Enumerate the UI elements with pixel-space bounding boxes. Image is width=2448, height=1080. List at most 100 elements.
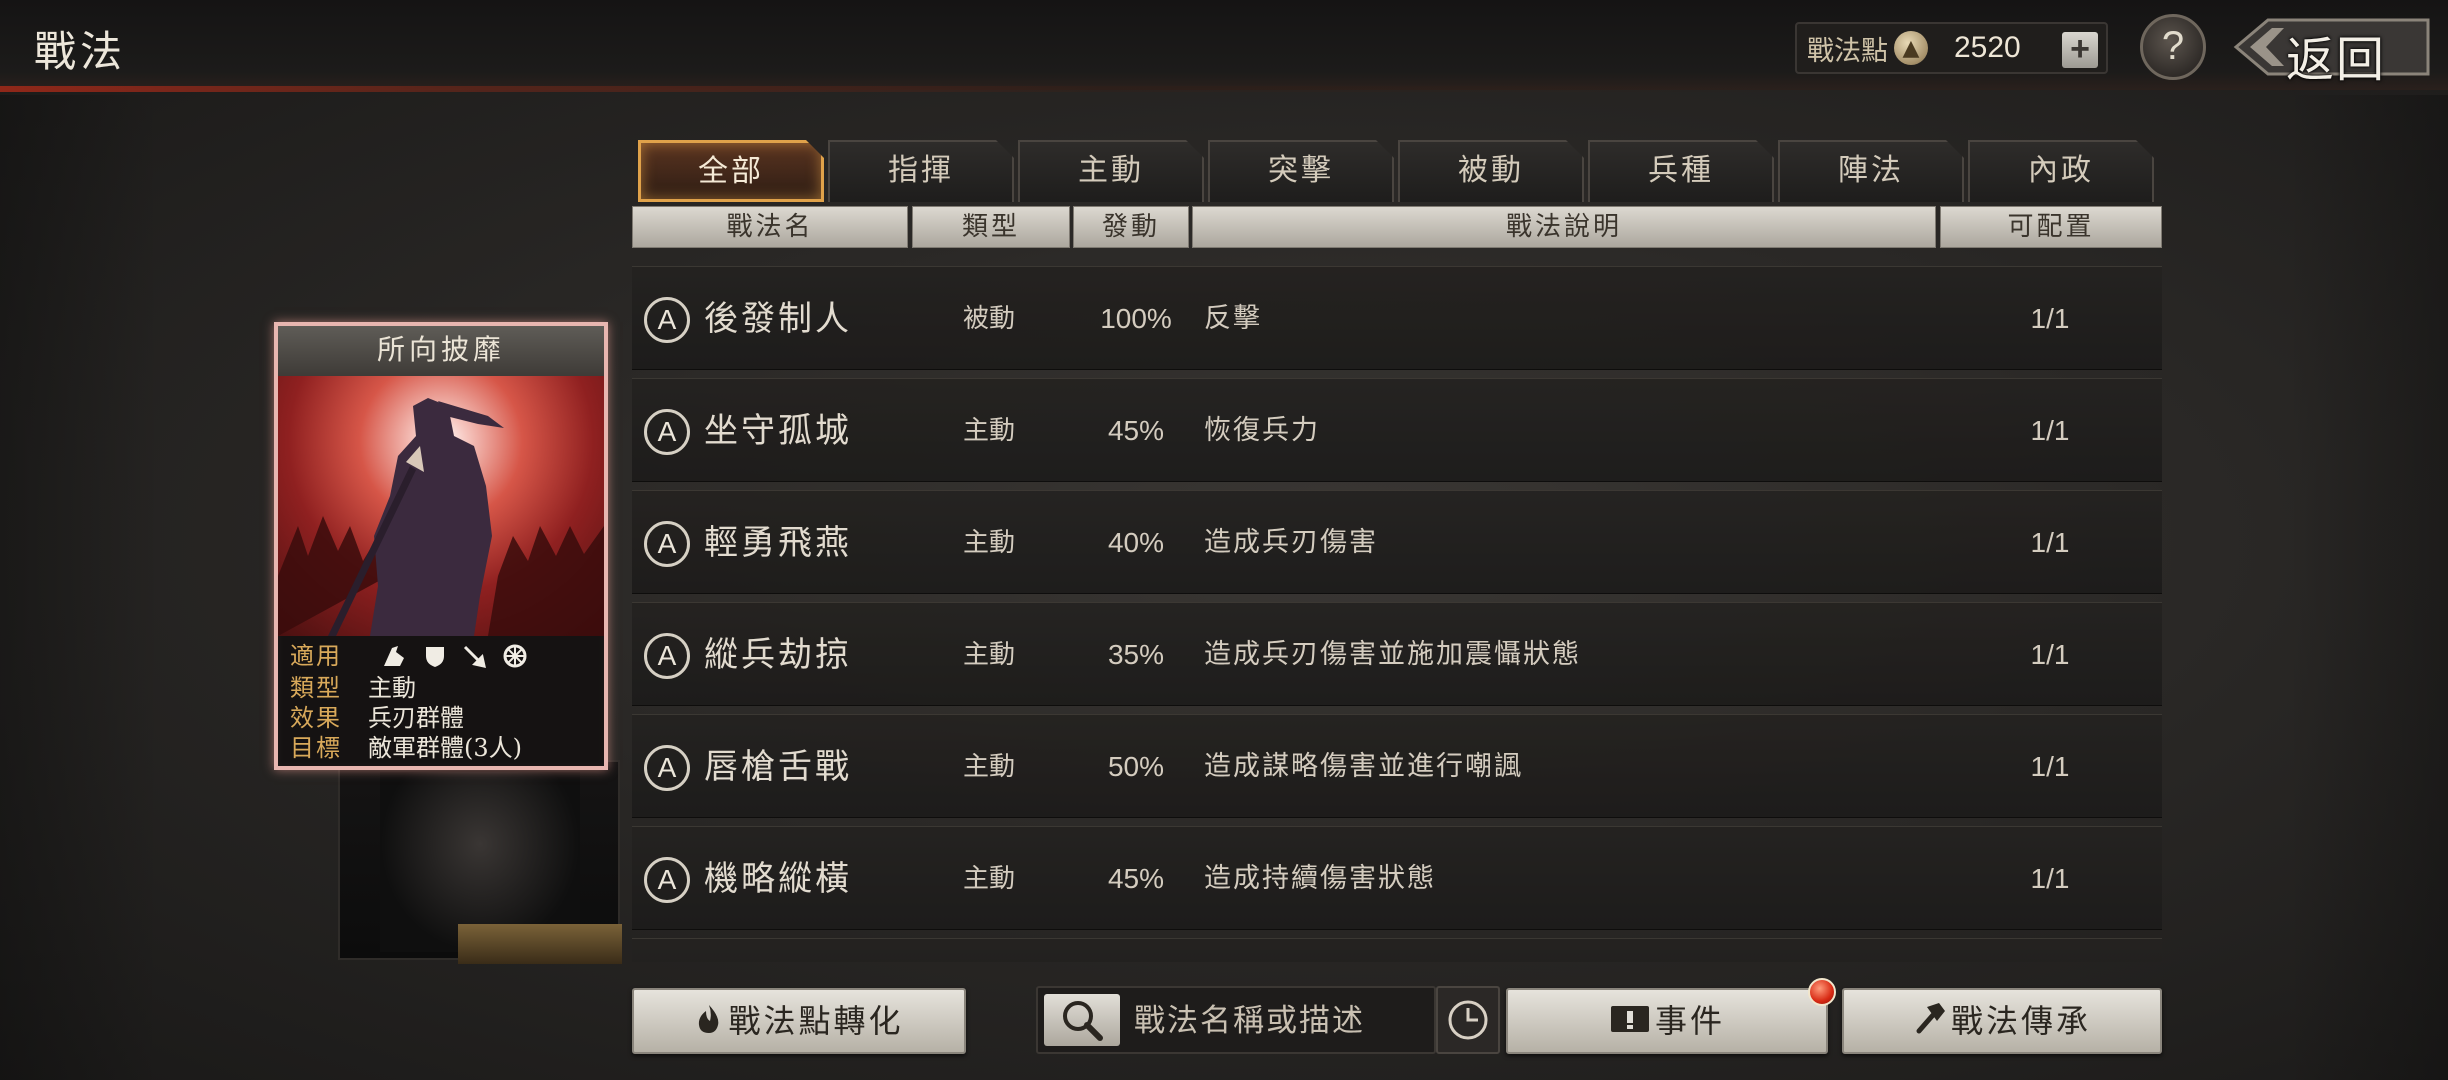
tactic-description: 恢復兵力 (1204, 415, 1320, 446)
column-header-description: 戰法說明 (1192, 206, 1936, 248)
table-row[interactable]: A 坐守孤城 主動 45% 恢復兵力 1/1 (632, 378, 2162, 482)
effect-label: 效果 (290, 704, 342, 732)
tactic-description: 造成謀略傷害並進行嘲諷 (1204, 751, 1523, 782)
effect-value: 兵刃群體 (368, 704, 464, 732)
event-button[interactable]: 事件 (1506, 988, 1828, 1054)
cavalry-icon (382, 644, 408, 668)
tactic-type: 主動 (962, 416, 1015, 446)
grade-badge: A (644, 745, 690, 791)
tab-assault[interactable]: 突擊 (1208, 140, 1394, 202)
grade-badge: A (644, 633, 690, 679)
tab-all[interactable]: 全部 (638, 140, 824, 202)
back-button[interactable]: 返回 (2228, 12, 2438, 88)
card-applies-row: 適用 (290, 640, 527, 672)
background-ink-decoration-right (2288, 95, 2448, 1080)
tactic-name: 坐守孤城 (704, 411, 852, 451)
tab-command[interactable]: 指揮 (828, 140, 1014, 202)
grade-badge: A (644, 297, 690, 343)
flame-icon (694, 993, 724, 1055)
points-label: 戰法點 (1807, 35, 1888, 67)
type-value: 主動 (368, 674, 416, 702)
tactic-rate: 50% (1107, 751, 1165, 782)
tactic-rate: 45% (1107, 415, 1165, 446)
tactic-type: 被動 (962, 304, 1015, 334)
hammer-icon (1913, 993, 1947, 1055)
tactic-type: 主動 (962, 640, 1015, 670)
tactic-name: 輕勇飛燕 (704, 523, 852, 563)
notification-badge (1808, 978, 1836, 1006)
card-artwork (278, 376, 604, 636)
column-header-configurable[interactable]: 可配置 (1940, 206, 2162, 248)
type-label: 類型 (290, 674, 342, 702)
card-title: 所向披靡 (278, 326, 604, 376)
table-row[interactable]: A 機略縱橫 主動 45% 造成持續傷害狀態 1/1 (632, 826, 2162, 930)
tactic-rate: 35% (1107, 639, 1165, 670)
card-type-row: 類型 主動 (290, 672, 416, 704)
table-row[interactable] (632, 938, 2162, 962)
tactic-description: 造成兵刃傷害並施加震懾狀態 (1204, 639, 1581, 670)
tactic-rate: 100% (1100, 303, 1172, 334)
tactic-configurable: 1/1 (2030, 639, 2070, 670)
points-value: 2520 (1954, 31, 2021, 64)
tactic-configurable: 1/1 (2030, 415, 2070, 446)
tactic-point-coin-icon: ▲ (1894, 31, 1928, 65)
convert-points-button[interactable]: 戰法點轉化 (632, 988, 966, 1054)
tactic-description: 反擊 (1204, 303, 1262, 334)
grade-badge: A (644, 409, 690, 455)
tactic-description: 造成持續傷害狀態 (1204, 863, 1436, 894)
tactic-configurable: 1/1 (2030, 527, 2070, 558)
grade-badge: A (644, 521, 690, 567)
search-button[interactable] (1044, 994, 1120, 1046)
clock-icon (1448, 1000, 1488, 1040)
tactic-name: 縱兵劫掠 (704, 635, 852, 675)
column-header-type[interactable]: 類型 (912, 206, 1070, 248)
target-label: 目標 (290, 734, 342, 762)
table-row[interactable]: A 輕勇飛燕 主動 40% 造成兵刃傷害 1/1 (632, 490, 2162, 594)
warrior-silhouette-image (278, 398, 604, 636)
tactic-description: 造成兵刃傷害 (1204, 527, 1378, 558)
column-header-name[interactable]: 戰法名 (632, 206, 908, 248)
tactic-name: 機略縱橫 (704, 859, 852, 899)
background-ink-decoration-left (0, 95, 160, 1080)
chariot-wheel-icon (502, 644, 528, 668)
event-book-icon (1609, 993, 1651, 1055)
tab-internal-affairs[interactable]: 內政 (1968, 140, 2154, 202)
tactic-configurable: 1/1 (2030, 751, 2070, 782)
card-info-panel: 適用 類型 主動 效果 兵刃群體 目標 敵軍群體(3人) (278, 636, 604, 766)
tactic-detail-card[interactable]: 所向披靡 適用 類型 主動 效果 兵刃群體 目標 敵軍群體(3人) (274, 322, 608, 770)
card-stack-behind (338, 760, 622, 964)
page-title: 戰法 (34, 27, 127, 76)
search-input[interactable] (1134, 994, 1434, 1048)
tactic-type: 主動 (962, 528, 1015, 558)
shield-icon (422, 644, 448, 668)
history-button[interactable] (1436, 986, 1500, 1054)
tactic-points-display: 戰法點 ▲ 2520 + (1795, 22, 2108, 74)
help-button[interactable]: ? (2140, 14, 2206, 80)
search-icon (1063, 1001, 1103, 1041)
column-header-rate[interactable]: 發動 (1073, 206, 1189, 248)
bow-icon (462, 644, 488, 668)
table-row[interactable]: A 後發制人 被動 100% 反擊 1/1 (632, 266, 2162, 370)
tactic-type: 主動 (962, 864, 1015, 894)
table-row[interactable]: A 唇槍舌戰 主動 50% 造成謀略傷害並進行嘲諷 1/1 (632, 714, 2162, 818)
tab-active[interactable]: 主動 (1018, 140, 1204, 202)
card-target-row: 目標 敵軍群體(3人) (290, 732, 522, 764)
tactic-name: 唇槍舌戰 (704, 747, 852, 787)
grade-badge: A (644, 857, 690, 903)
tactic-list[interactable]: A 後發制人 被動 100% 反擊 1/1 A 坐守孤城 主動 45% 恢復兵力… (632, 262, 2162, 962)
event-label: 事件 (1654, 1002, 1725, 1040)
top-bar-accent-line (0, 86, 2448, 92)
tactic-rate: 45% (1107, 863, 1165, 894)
table-row[interactable]: A 縱兵劫掠 主動 35% 造成兵刃傷害並施加震懾狀態 1/1 (632, 602, 2162, 706)
tactic-configurable: 1/1 (2030, 303, 2070, 334)
convert-points-label: 戰法點轉化 (728, 1002, 904, 1040)
card-effect-row: 效果 兵刃群體 (290, 702, 464, 734)
tab-formation[interactable]: 陣法 (1778, 140, 1964, 202)
inherit-tactic-label: 戰法傳承 (1950, 1002, 2091, 1040)
tactic-type: 主動 (962, 752, 1015, 782)
inherit-tactic-button[interactable]: 戰法傳承 (1842, 988, 2162, 1054)
tab-troop-type[interactable]: 兵種 (1588, 140, 1774, 202)
tab-passive[interactable]: 被動 (1398, 140, 1584, 202)
tactic-configurable: 1/1 (2030, 863, 2070, 894)
add-points-button[interactable]: + (2062, 32, 2098, 68)
